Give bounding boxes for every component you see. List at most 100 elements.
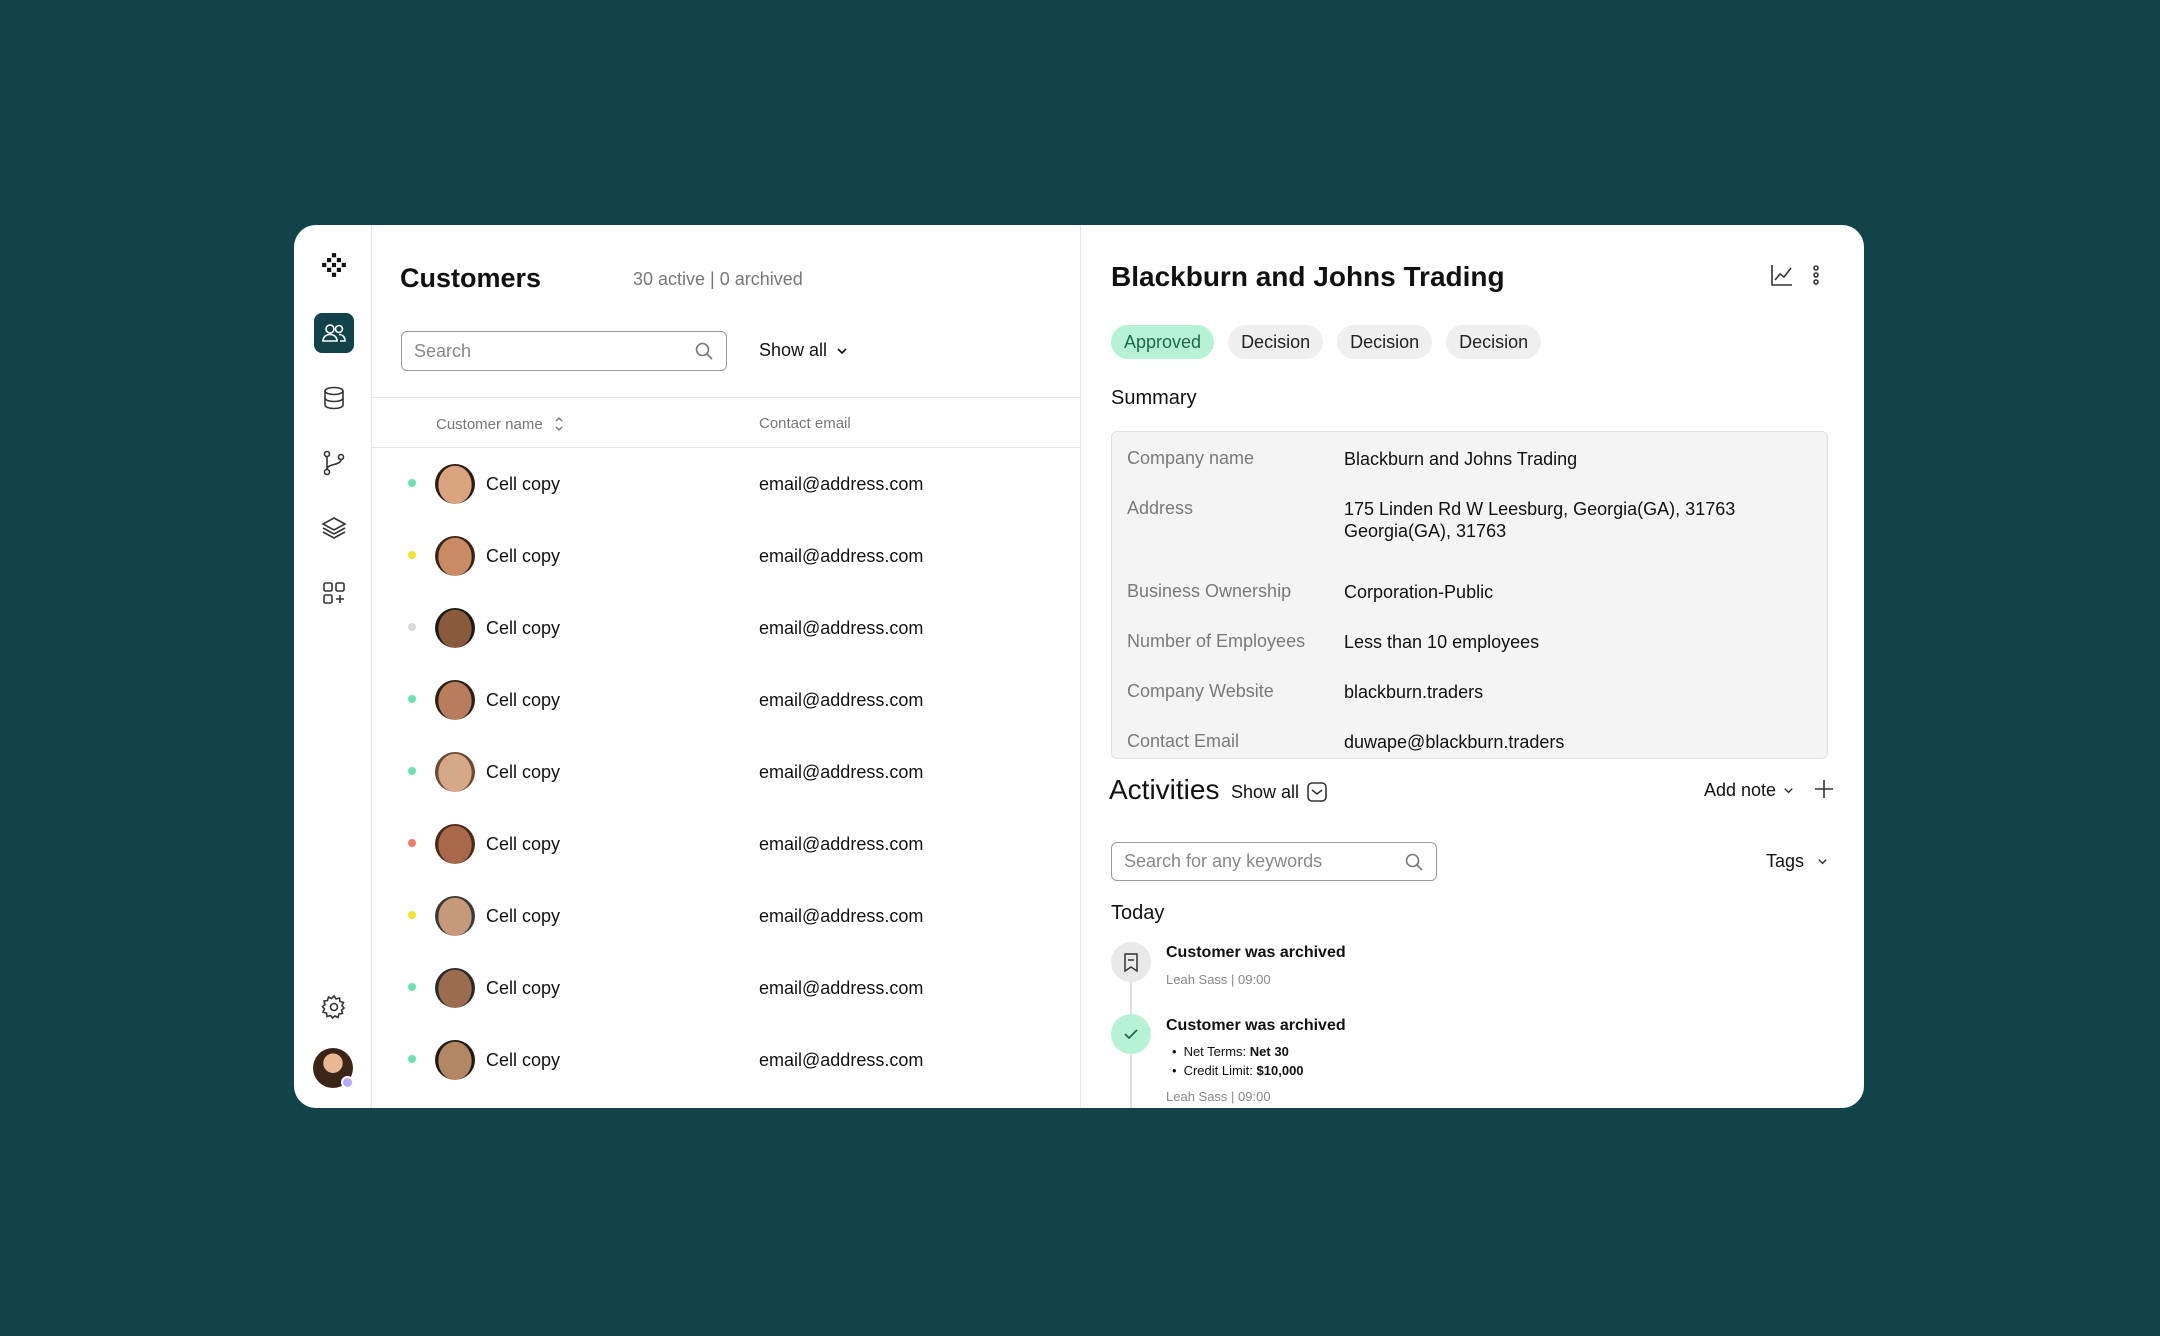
summary-key: Business Ownership bbox=[1127, 581, 1292, 601]
customer-detail-panel: Blackburn and Johns Trading Approved Deci… bbox=[1080, 225, 1864, 1108]
keyword-search[interactable] bbox=[1111, 842, 1437, 881]
activity-icon bbox=[1111, 1014, 1151, 1054]
status-dot bbox=[408, 767, 416, 775]
add-note-dropdown[interactable]: Add note bbox=[1704, 780, 1795, 801]
summary-card: Company name Blackburn and Johns Trading A… bbox=[1111, 431, 1828, 759]
table-row[interactable]: Cell copy email@address.com bbox=[372, 592, 1080, 664]
customer-email: email@address.com bbox=[759, 834, 924, 854]
gear-icon bbox=[321, 994, 346, 1020]
summary-key: Number of Employees bbox=[1127, 631, 1306, 651]
sort-icon bbox=[555, 417, 563, 431]
detail-title: Blackburn and Johns Trading bbox=[1111, 261, 1505, 292]
summary-value: Less than 10 employees bbox=[1344, 632, 1540, 652]
logo-icon bbox=[322, 253, 346, 277]
status-dot bbox=[408, 695, 416, 703]
activity-detail-item: Credit Limit: $10,000 bbox=[1172, 1061, 1304, 1080]
table-row[interactable]: Cell copy email@address.com bbox=[372, 520, 1080, 592]
logo-mark[interactable] bbox=[314, 245, 354, 285]
customer-name: Cell copy bbox=[486, 1050, 561, 1070]
customer-email: email@address.com bbox=[759, 690, 924, 710]
filter-label: Show all bbox=[759, 340, 828, 360]
table-row[interactable]: Cell copy email@address.com bbox=[372, 1024, 1080, 1096]
customer-avatar bbox=[435, 536, 475, 576]
status-dot bbox=[408, 551, 416, 559]
decision-chip[interactable]: Decision bbox=[1337, 325, 1433, 359]
activities-heading: Activities bbox=[1109, 774, 1220, 805]
summary-heading: Summary bbox=[1111, 387, 1197, 409]
activities-show-all[interactable]: Show all bbox=[1231, 780, 1329, 804]
customer-email: email@address.com bbox=[759, 618, 924, 638]
sidebar-item-layers[interactable] bbox=[314, 508, 354, 548]
filter-dropdown[interactable]: Show all bbox=[759, 340, 849, 361]
search-input[interactable] bbox=[414, 340, 694, 362]
tags-label: Tags bbox=[1766, 851, 1805, 871]
customer-search[interactable] bbox=[401, 331, 727, 371]
status-dot bbox=[408, 623, 416, 631]
activity-details: Net Terms: Net 30 Credit Limit: $10,000 bbox=[1172, 1042, 1304, 1080]
decision-chip[interactable]: Decision bbox=[1228, 325, 1324, 359]
customer-name: Cell copy bbox=[486, 690, 561, 710]
customer-avatar bbox=[435, 464, 475, 504]
decision-chip[interactable]: Decision bbox=[1446, 325, 1542, 359]
table-row[interactable]: Cell copy email@address.com bbox=[372, 664, 1080, 736]
customer-name: Cell copy bbox=[486, 978, 561, 998]
summary-value: Blackburn and Johns Trading bbox=[1344, 449, 1578, 469]
activity-icon bbox=[1111, 942, 1151, 982]
customer-name: Cell copy bbox=[486, 906, 561, 926]
table-row[interactable]: Cell copy email@address.com bbox=[372, 808, 1080, 880]
summary-key: Contact Email bbox=[1127, 731, 1240, 751]
activity-detail-item: Net Terms: Net 30 bbox=[1172, 1042, 1304, 1061]
sidebar-item-apps[interactable] bbox=[314, 573, 354, 613]
table-row[interactable]: Cell copy email@address.com bbox=[372, 952, 1080, 1024]
summary-value: blackburn.traders bbox=[1344, 682, 1484, 702]
summary-key: Company name bbox=[1127, 448, 1255, 468]
add-icon[interactable] bbox=[1811, 776, 1837, 802]
column-header-name[interactable]: Customer name bbox=[436, 415, 565, 433]
status-dot bbox=[408, 983, 416, 991]
table-header: Customer name Contact email bbox=[372, 397, 1080, 448]
users-icon bbox=[322, 324, 346, 342]
customer-name: Cell copy bbox=[486, 618, 561, 638]
bookmark-icon bbox=[1124, 953, 1138, 973]
customer-avatar bbox=[435, 1040, 475, 1080]
tags-dropdown[interactable]: Tags bbox=[1766, 851, 1829, 872]
status-chips: Approved Decision Decision Decision bbox=[1111, 325, 1542, 359]
activity-meta: Leah Sass | 09:00 bbox=[1166, 972, 1271, 987]
sidebar-item-customers[interactable] bbox=[314, 313, 354, 353]
activity-meta: Leah Sass | 09:00 bbox=[1166, 1089, 1271, 1104]
customer-name: Cell copy bbox=[486, 474, 561, 494]
summary-value: duwape@blackburn.traders bbox=[1344, 732, 1565, 752]
add-apps-icon bbox=[323, 582, 345, 604]
settings-button[interactable] bbox=[314, 987, 354, 1027]
detail-value: Net 30 bbox=[1249, 1044, 1289, 1059]
column-header-email[interactable]: Contact email bbox=[759, 415, 851, 432]
table-row[interactable]: Cell copy email@address.com bbox=[372, 736, 1080, 808]
customers-list-panel: Customers 30 active | 0 archived Show al… bbox=[372, 225, 1080, 1108]
customer-counts: 30 active | 0 archived bbox=[633, 269, 803, 289]
customer-name: Cell copy bbox=[486, 834, 561, 854]
column-label: Customer name bbox=[436, 415, 543, 433]
customer-email: email@address.com bbox=[759, 1050, 924, 1070]
presence-indicator bbox=[341, 1076, 354, 1089]
activity-title: Customer was archived bbox=[1166, 1017, 1346, 1034]
keyword-search-input[interactable] bbox=[1124, 851, 1404, 872]
sidebar-item-workflows[interactable] bbox=[314, 443, 354, 483]
user-avatar[interactable] bbox=[313, 1048, 354, 1089]
customer-name: Cell copy bbox=[486, 546, 561, 566]
customer-avatar bbox=[435, 824, 475, 864]
more-options-icon[interactable] bbox=[1811, 262, 1821, 288]
chart-icon[interactable] bbox=[1769, 262, 1795, 288]
layers-icon bbox=[321, 517, 347, 539]
detail-actions bbox=[1769, 262, 1821, 288]
sidebar-item-database[interactable] bbox=[314, 378, 354, 418]
customer-email: email@address.com bbox=[759, 906, 924, 926]
chevron-down-icon bbox=[837, 347, 847, 354]
table-row[interactable]: Cell copy email@address.com bbox=[372, 880, 1080, 952]
customer-avatar bbox=[435, 968, 475, 1008]
status-badge-approved[interactable]: Approved bbox=[1111, 325, 1215, 359]
chevron-down-icon bbox=[1818, 859, 1827, 865]
app-window: Customers 30 active | 0 archived Show al… bbox=[294, 225, 1864, 1108]
add-note-label: Add note bbox=[1704, 780, 1777, 800]
chevron-down-icon bbox=[1784, 788, 1793, 794]
table-row[interactable]: Cell copy email@address.com bbox=[372, 448, 1080, 520]
